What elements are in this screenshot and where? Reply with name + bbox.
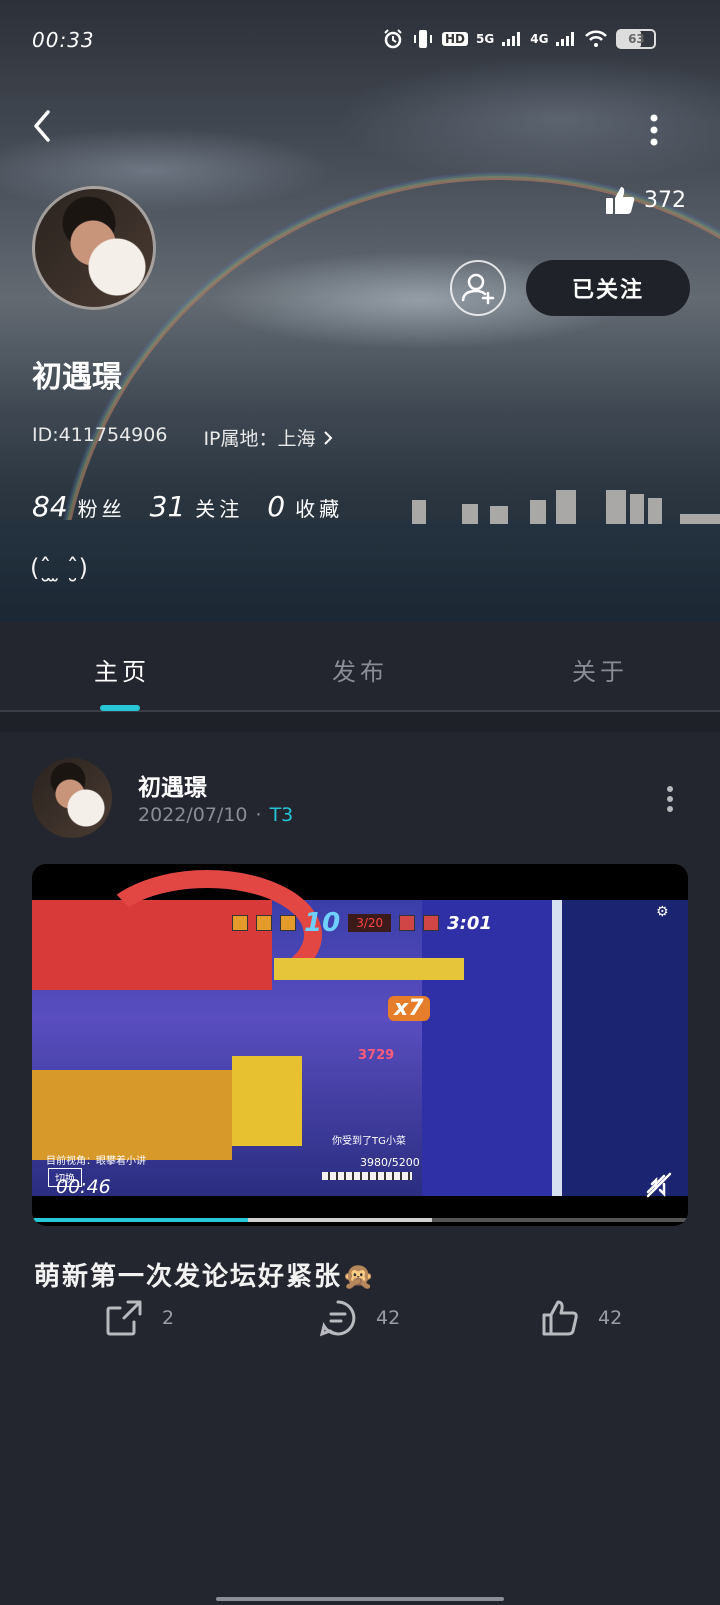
team-portrait-icon (256, 915, 272, 931)
comment-icon (319, 1300, 356, 1337)
profile-bio: (ˆ̮ ̫ ˆ̮) (30, 554, 88, 582)
favorites-stat[interactable]: 0 收藏 (267, 490, 343, 523)
hud-timer: 3:01 (447, 912, 492, 934)
favorites-count: 0 (267, 490, 286, 523)
network-4g: 4G (530, 32, 549, 46)
more-vertical-icon[interactable] (644, 110, 664, 150)
share-button[interactable]: 2 (104, 1298, 174, 1338)
hud-team-score: 10 (304, 908, 341, 938)
battery-icon: 63 (616, 29, 657, 49)
cover-skyline (400, 480, 720, 524)
video-time: 00:46 (56, 1176, 111, 1198)
post-like-button[interactable]: 42 (540, 1298, 622, 1338)
status-bar: 00:33 HD 5G 4G 63 (0, 0, 720, 80)
signal-4g-icon (556, 32, 575, 46)
vibrate-icon (414, 30, 432, 48)
enemy-portrait-icon (423, 915, 440, 931)
following-button[interactable]: 已关注 (526, 260, 690, 316)
add-friend-button[interactable] (450, 260, 506, 316)
add-friend-icon (461, 273, 495, 305)
profile-tabs: 主页 发布 关于 (0, 622, 720, 712)
post-text[interactable]: 萌新第一次发论坛好紧张🙊 (34, 1256, 376, 1293)
tab-about[interactable]: 关于 (572, 652, 628, 687)
team-portrait-icon (232, 915, 248, 931)
hd-icon: HD (442, 32, 469, 46)
hud-hp: 3980/5200 (360, 1156, 420, 1169)
hud-combo: x7 (388, 996, 430, 1021)
alarm-icon (384, 29, 402, 49)
game-scene-yellow-bar (274, 958, 464, 980)
ip-location-link[interactable]: IP属地：上海 (203, 424, 333, 451)
video-progress-bar[interactable] (32, 1218, 688, 1222)
favorites-label: 收藏 (295, 497, 344, 521)
profile-like-count[interactable]: 372 (604, 184, 686, 216)
tab-posts[interactable]: 发布 (332, 652, 388, 687)
cover-sea (0, 520, 720, 622)
game-scene-orange-wall (32, 1070, 232, 1160)
post-card[interactable]: 初遇璟 2022/07/10 · T3 10 3/20 3:01 ⚙ x7 37… (0, 732, 720, 1605)
chevron-right-icon (323, 430, 332, 445)
mute-icon[interactable] (644, 1170, 674, 1200)
section-divider (0, 712, 720, 732)
game-hud-top: 10 3/20 3:01 (232, 908, 492, 938)
tab-home[interactable]: 主页 (94, 652, 150, 687)
post-like-count: 42 (598, 1307, 623, 1329)
comment-count: 42 (376, 1307, 401, 1329)
post-more-icon[interactable] (664, 784, 676, 814)
hud-kill-message: 你受到了TG小菜 (332, 1136, 406, 1147)
post-video-player[interactable]: 10 3/20 3:01 ⚙ x7 3729 你受到了TG小菜 3980/520… (32, 864, 688, 1226)
profile-avatar[interactable] (32, 186, 156, 310)
share-count: 2 (162, 1307, 175, 1329)
share-icon (106, 1300, 142, 1336)
hud-damage: 3729 (358, 1048, 395, 1063)
profile-meta: ID:411754906 IP属地：上海 (32, 424, 334, 451)
video-frame: 10 3/20 3:01 ⚙ x7 3729 你受到了TG小菜 3980/520… (32, 870, 688, 1196)
video-played-fill (32, 1218, 249, 1222)
following-count: 31 (149, 490, 186, 523)
fans-label: 粉丝 (77, 497, 126, 521)
post-thumb-up-icon (542, 1300, 578, 1336)
wifi-icon (585, 30, 608, 47)
following-label: 关注 (195, 497, 244, 521)
profile-username: 初遇璟 (32, 360, 122, 395)
ip-location-text: IP属地：上海 (203, 428, 316, 450)
enemy-portrait-icon (399, 915, 416, 931)
signal-5g-icon (502, 32, 521, 46)
game-gear-icon: ⚙ (656, 904, 669, 920)
active-tab-indicator (100, 705, 140, 711)
post-author-name[interactable]: 初遇璟 (138, 768, 207, 802)
team-portrait-icon (280, 915, 296, 931)
battery-level: 63 (628, 32, 645, 46)
fans-stat[interactable]: 84 粉丝 (32, 490, 126, 523)
comment-button[interactable]: 42 (318, 1298, 400, 1338)
post-author-avatar[interactable] (32, 758, 112, 838)
post-tag[interactable]: T3 (270, 804, 294, 826)
network-5g: 5G (476, 32, 495, 46)
home-indicator[interactable] (216, 1597, 504, 1601)
fans-count: 84 (32, 490, 68, 523)
post-date: 2022/07/10 (138, 804, 248, 826)
hud-enemy-score: 3/20 (348, 914, 392, 932)
post-meta-separator: · (255, 804, 262, 826)
status-icons: HD 5G 4G 63 (382, 28, 657, 50)
status-time: 00:33 (32, 28, 95, 52)
following-stat[interactable]: 31 关注 (150, 490, 244, 523)
game-scene-yellow-box (232, 1056, 302, 1146)
hud-hp-bar (322, 1172, 412, 1180)
profile-id: ID:411754906 (32, 424, 168, 446)
profile-stats: 84 粉丝 31 关注 0 收藏 (32, 490, 343, 523)
like-count-value: 372 (644, 187, 686, 213)
post-meta: 2022/07/10 · T3 (138, 804, 293, 826)
back-arrow-icon[interactable] (28, 106, 58, 146)
thumb-up-icon (606, 187, 635, 214)
hud-view-info: 目前视角：眼攀着小讲 (46, 1156, 146, 1167)
